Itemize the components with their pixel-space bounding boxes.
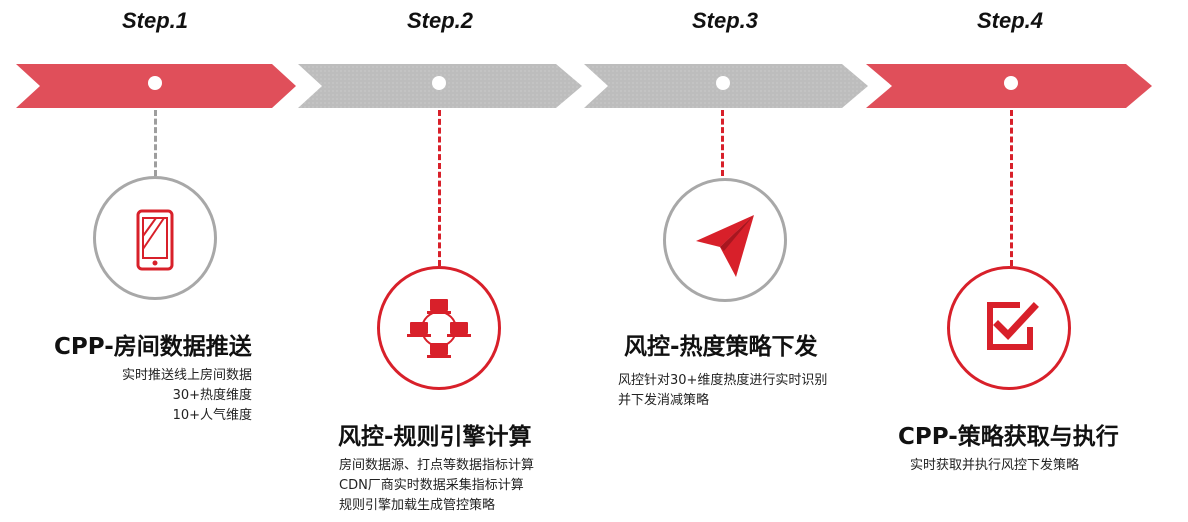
smartphone-icon bbox=[136, 209, 174, 271]
description-line: 风控针对30+维度热度进行实时识别 bbox=[618, 373, 828, 388]
step-2-label: Step.2 bbox=[406, 8, 474, 33]
checkbox-icon bbox=[987, 302, 1039, 350]
step-1-marker bbox=[148, 76, 162, 90]
step-2-title: 风控-规则引擎计算 bbox=[338, 424, 532, 450]
description-line: 10+人气维度 bbox=[172, 408, 252, 423]
step-4-description: 实时获取并执行风控下发策略 bbox=[910, 456, 1079, 476]
step-2-marker bbox=[432, 76, 446, 90]
step-4-title: CPP-策略获取与执行 bbox=[898, 424, 1119, 450]
step-2-description: 房间数据源、打点等数据指标计算 CDN厂商实时数据采集指标计算 规则引擎加载生成… bbox=[339, 456, 534, 516]
step-4-connector bbox=[1010, 110, 1013, 266]
step-4-icon-circle bbox=[947, 266, 1071, 390]
step-1-label: Step.1 bbox=[121, 8, 189, 33]
step-3-connector bbox=[721, 110, 724, 176]
step-3-title: 风控-热度策略下发 bbox=[624, 334, 818, 360]
paper-plane-icon bbox=[696, 215, 754, 277]
description-line: CDN厂商实时数据采集指标计算 bbox=[339, 478, 524, 493]
description-line: 实时获取并执行风控下发策略 bbox=[910, 458, 1080, 473]
step-3-label: Step.3 bbox=[691, 8, 759, 33]
step-3-description: 风控针对30+维度热度进行实时识别 并下发消减策略 bbox=[618, 371, 827, 411]
description-line: 并下发消减策略 bbox=[618, 393, 710, 408]
step-1-connector bbox=[154, 110, 157, 176]
step-1-title: CPP-房间数据推送 bbox=[54, 334, 252, 360]
description-line: 30+热度维度 bbox=[172, 388, 252, 403]
step-4-label: Step.4 bbox=[976, 8, 1044, 33]
step-3-marker bbox=[716, 76, 730, 90]
description-line: 规则引擎加载生成管控策略 bbox=[339, 498, 496, 513]
step-3-icon-circle bbox=[663, 178, 787, 302]
step-4-marker bbox=[1004, 76, 1018, 90]
description-line: 房间数据源、打点等数据指标计算 bbox=[339, 458, 535, 473]
step-2-connector bbox=[438, 110, 441, 266]
network-computers-icon bbox=[407, 299, 471, 358]
description-line: 实时推送线上房间数据 bbox=[121, 368, 252, 383]
step-1-description: 实时推送线上房间数据 30+热度维度 10+人气维度 bbox=[104, 366, 252, 426]
step-2-icon-circle bbox=[377, 266, 501, 390]
step-1-icon-circle bbox=[93, 176, 217, 300]
